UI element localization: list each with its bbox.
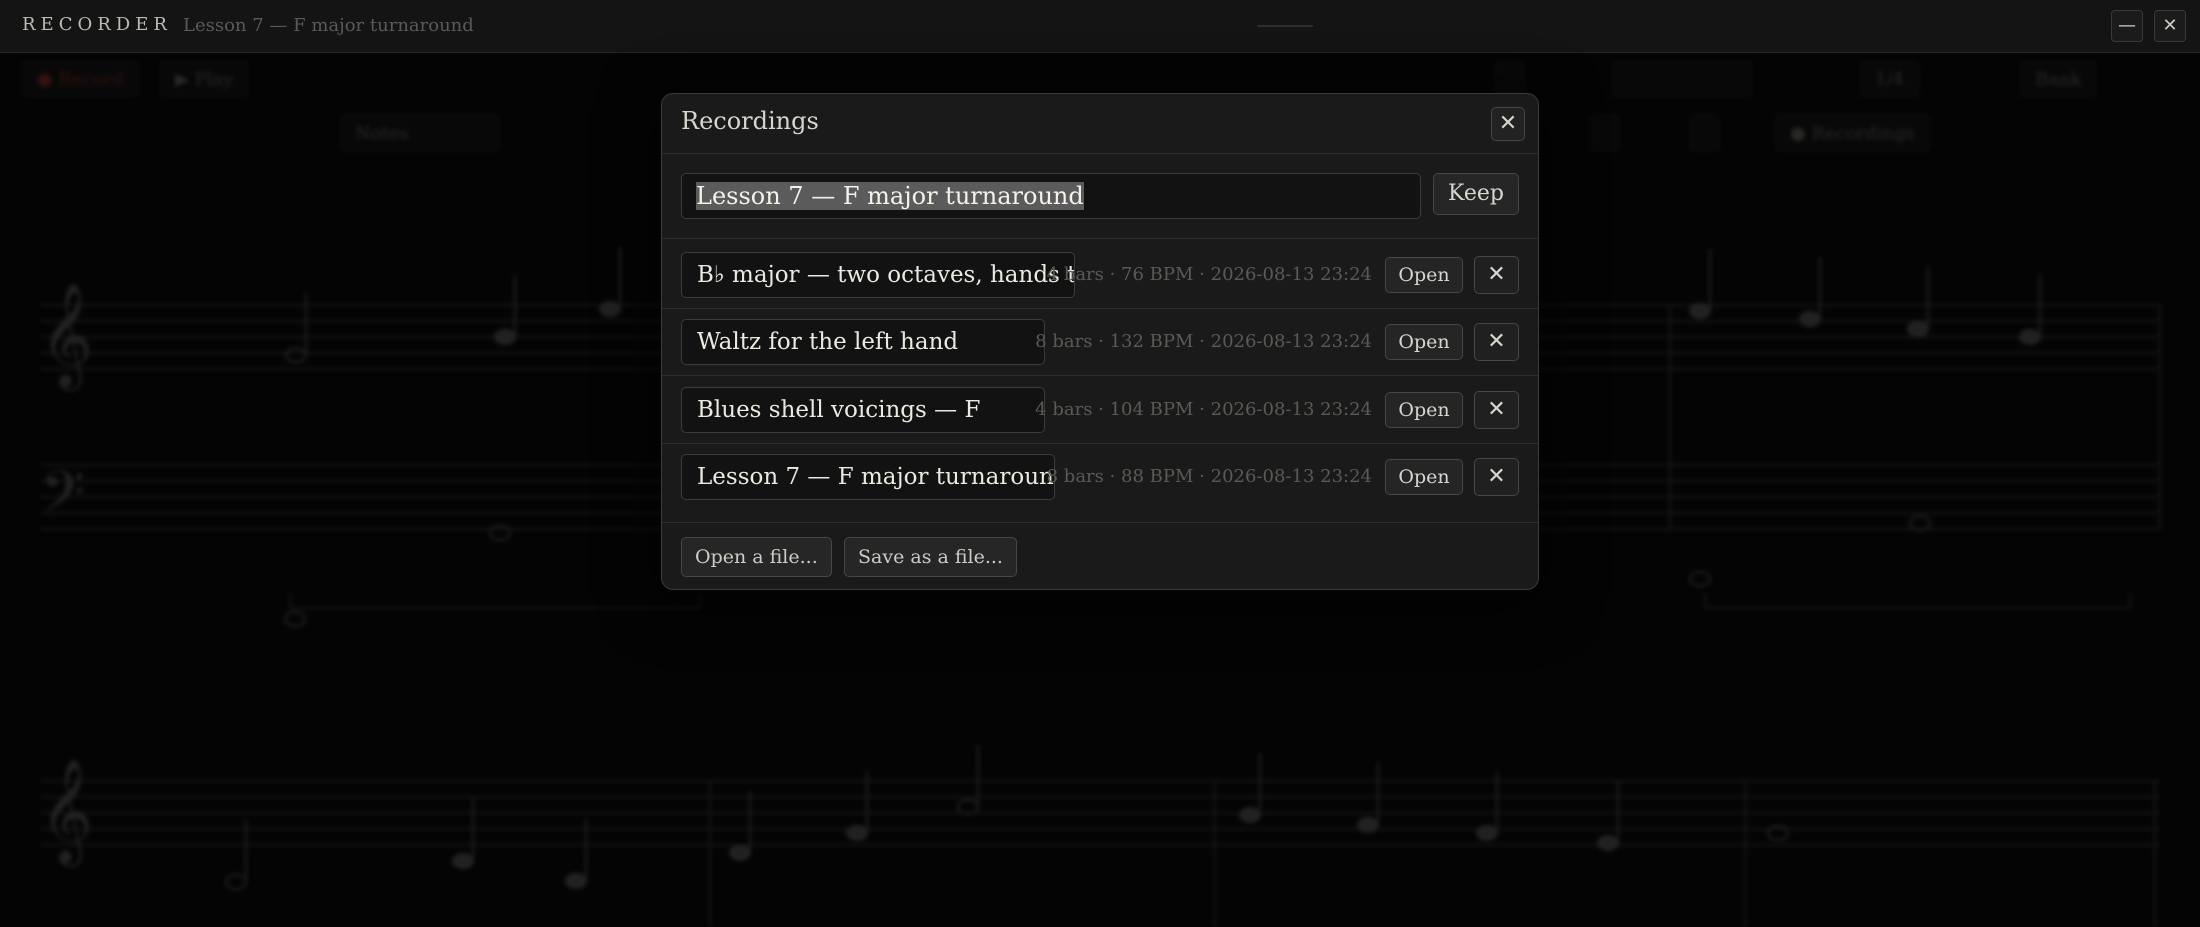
divider [662, 375, 1538, 376]
recordings-dialog: Recordings ✕ Lesson 7 — F major turnarou… [661, 93, 1539, 590]
recording-name-field[interactable]: Blues shell voicings — F [681, 387, 1045, 433]
recording-meta: 8 bars · 88 BPM · 2026-08-13 23:24 [1046, 466, 1372, 487]
dialog-title: Recordings [681, 107, 819, 135]
minimize-icon: — [2118, 15, 2136, 36]
list-item: B♭ major — two octaves, hands t 4 bars ·… [662, 242, 1538, 308]
delete-icon: ✕ [1487, 397, 1506, 422]
open-file-button[interactable]: Open a file... [681, 537, 832, 577]
delete-button[interactable]: ✕ [1474, 256, 1519, 294]
open-button[interactable]: Open [1385, 257, 1463, 293]
recording-name-field[interactable]: Waltz for the left hand [681, 319, 1045, 365]
open-button[interactable]: Open [1385, 324, 1463, 360]
delete-icon: ✕ [1487, 262, 1506, 287]
divider [662, 522, 1538, 523]
list-item: Waltz for the left hand 8 bars · 132 BPM… [662, 309, 1538, 375]
delete-icon: ✕ [1487, 329, 1506, 354]
title-bar: RECORDER Lesson 7 — F major turnaround —… [0, 0, 2200, 53]
recording-meta: 8 bars · 132 BPM · 2026-08-13 23:24 [1035, 331, 1372, 352]
selected-text: Lesson 7 — F major turnaround [696, 182, 1084, 210]
delete-button[interactable]: ✕ [1474, 323, 1519, 361]
open-button[interactable]: Open [1385, 392, 1463, 428]
close-icon: ✕ [1498, 111, 1518, 136]
recording-name-field[interactable]: B♭ major — two octaves, hands t [681, 252, 1075, 298]
delete-icon: ✕ [1487, 464, 1506, 489]
open-button[interactable]: Open [1385, 459, 1463, 495]
recording-meta: 4 bars · 104 BPM · 2026-08-13 23:24 [1035, 399, 1372, 420]
keep-button[interactable]: Keep [1433, 173, 1519, 215]
divider [662, 153, 1538, 154]
document-title: Lesson 7 — F major turnaround [183, 15, 474, 36]
recording-name-field[interactable]: Lesson 7 — F major turnaround [681, 454, 1055, 500]
dialog-close-button[interactable]: ✕ [1491, 107, 1525, 141]
window-close-button[interactable]: ✕ [2154, 10, 2186, 42]
delete-button[interactable]: ✕ [1474, 391, 1519, 429]
minimize-button[interactable]: — [2111, 10, 2143, 42]
divider [662, 238, 1538, 239]
recording-name-input[interactable]: Lesson 7 — F major turnaround [681, 173, 1421, 219]
delete-button[interactable]: ✕ [1474, 458, 1519, 496]
app-name: RECORDER [22, 14, 172, 35]
save-file-button[interactable]: Save as a file... [844, 537, 1017, 577]
close-icon: ✕ [2162, 15, 2178, 36]
recording-meta: 4 bars · 76 BPM · 2026-08-13 23:24 [1046, 264, 1372, 285]
drag-handle[interactable] [1257, 25, 1313, 27]
list-item: Blues shell voicings — F 4 bars · 104 BP… [662, 377, 1538, 443]
list-item: Lesson 7 — F major turnaround 8 bars · 8… [662, 444, 1538, 510]
